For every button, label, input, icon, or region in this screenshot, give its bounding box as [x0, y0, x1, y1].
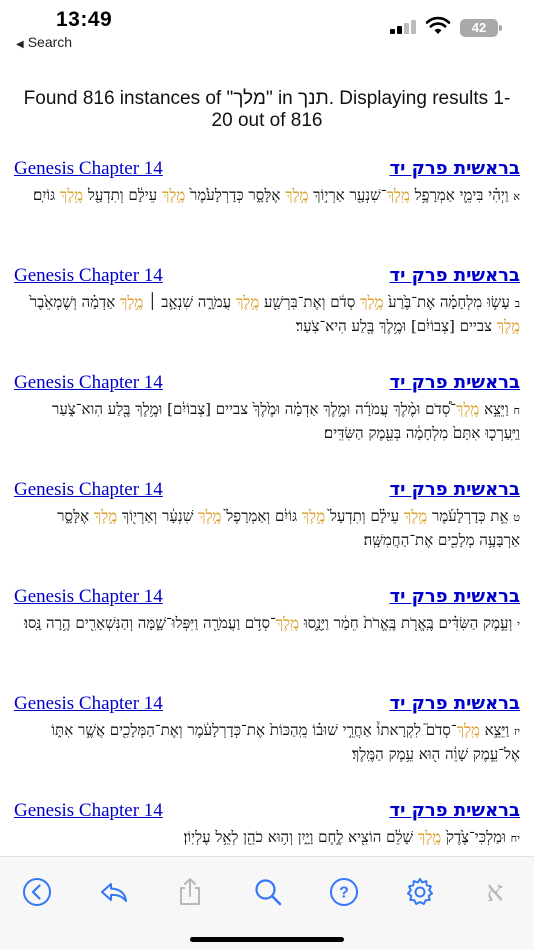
highlighted-match: מֶ֣לֶךְ — [198, 507, 222, 525]
verse-text: יז וַיֵּצֵ֣א מֶֽלֶךְ־סְדֹם֮ לִקְרָאתוֹ֒ … — [14, 719, 520, 766]
verse-segment: עֵילָ֔ם וְתִדְעָ֖ל — [83, 186, 162, 204]
verse-segment: ־סְדֹ֥ם וַעֲמֹרָ֖ה וַיִּפְּלוּ־שָׁ֑מָּה … — [24, 614, 276, 632]
verse-text: ט אֵ֣ת כְּדָרְלָעֹ֜מֶר מֶ֣לֶךְ עֵילָ֗ם ו… — [14, 505, 520, 552]
verse-text: ח וַיֵּצֵ֣א מֶֽלֶךְ־סְ֠דֹם וּמֶ֨לֶךְ עֲמ… — [14, 398, 520, 445]
verse-number: י — [517, 618, 520, 631]
verse-segment: וּמַלְכִּי־צֶ֙דֶק֙ — [441, 828, 506, 846]
battery-tip — [499, 25, 502, 31]
result-ref-en-link[interactable]: Genesis Chapter 14 — [14, 479, 163, 501]
highlighted-match: מֶֽלֶךְ — [456, 400, 480, 418]
highlighted-match: מֶ֣לֶךְ — [285, 186, 309, 204]
status-time: 13:49 — [56, 8, 113, 31]
cellular-signal-icon — [390, 20, 420, 34]
verse-number: יח — [510, 832, 520, 845]
verse-number: ח — [513, 404, 520, 417]
highlighted-match: מֶ֣לֶךְ — [417, 828, 442, 846]
verse-segment: וַיְהִ֗י בִּימֵ֛י אַמְרָפֶ֥ל — [409, 186, 509, 204]
verse-segment: וַיֵּצֵ֣א — [479, 400, 509, 418]
verse-number: ב — [514, 297, 520, 310]
verse-segment: אַדְמָ֗ה וְשֶׁמְאֵ֙בֶר֙ — [29, 293, 121, 311]
search-button[interactable] — [251, 875, 285, 909]
verse-segment: וְעֵ֣מֶק הַשִּׂדִּ֗ים בֶּֽאֱרֹ֤ת בֶּֽאֱר… — [299, 614, 513, 632]
verse-number: יז — [514, 725, 520, 738]
results-list[interactable]: Genesis Chapter 14 בראשית פרק יד א וַיְהִ֗… — [0, 158, 534, 856]
verse-number: א — [513, 190, 520, 203]
verse-segment: גּוֹיִֽם׃ — [32, 186, 60, 204]
highlighted-match: מֶֽלֶךְ — [456, 721, 480, 739]
verse-segment: אֶלָּסָ֑ר כְּדָרְלָעֹ֙מֶר֙ — [185, 186, 286, 204]
highlighted-match: מֶ֣לֶךְ — [496, 317, 520, 335]
verse-segment: סְדֹ֔ם וְאֶת־בִּרְשַׁ֖ע — [259, 293, 361, 311]
verse-text: א וַיְהִ֗י בִּימֵ֛י אַמְרָפֶ֥ל מֶֽלֶךְ־ש… — [14, 184, 520, 208]
status-bar: 13:49 ◀ Search 42 — [0, 0, 534, 56]
highlighted-match: מֶֽלֶךְ — [275, 614, 300, 632]
verse-number: ט — [513, 511, 520, 524]
verse-segment: וַיֵּצֵ֣א — [479, 721, 510, 739]
help-icon: ? — [330, 878, 358, 906]
battery-indicator: 42 — [460, 19, 498, 37]
highlighted-match: מֶֽלֶךְ — [386, 186, 410, 204]
verse-text: יח וּמַלְכִּי־צֶ֙דֶק֙ מֶ֣לֶךְ שָׁלֵ֔ם הו… — [14, 826, 521, 850]
wifi-icon — [425, 16, 451, 34]
verse-text: י וְעֵ֣מֶק הַשִּׂדִּ֗ים בֶּֽאֱרֹ֤ת בֶּֽא… — [14, 612, 520, 636]
result-ref-en-link[interactable]: Genesis Chapter 14 — [14, 586, 163, 608]
back-circle-icon — [23, 878, 51, 906]
result-ref-he-link[interactable]: בראשית פרק יד — [389, 586, 520, 607]
result-ref-he-link[interactable]: בראשית פרק יד — [389, 479, 520, 500]
settings-button[interactable] — [403, 875, 437, 909]
result-ref-he-link[interactable]: בראשית פרק יד — [389, 158, 520, 179]
result-ref-he-link[interactable]: בראשית פרק יד — [389, 800, 520, 821]
aleph-button[interactable]: א — [478, 875, 512, 909]
result-ref-en-link[interactable]: Genesis Chapter 14 — [14, 693, 163, 715]
share-button[interactable] — [173, 875, 207, 909]
verse-segment: גּוֹיִ֔ם וְאַמְרָפֶל֙ — [221, 507, 302, 525]
result-ref-he-link[interactable]: בראשית פרק יד — [389, 265, 520, 286]
result-ref-he-link[interactable]: בראשית פרק יד — [389, 372, 520, 393]
gear-icon — [407, 878, 433, 905]
verse-segment: עָשׂ֣וּ מִלְחָמָ֗ה אֶת־בֶּ֙רַע֙ — [383, 293, 510, 311]
highlighted-match: מֶ֣לֶךְ — [403, 507, 428, 525]
help-button[interactable]: ? — [327, 875, 361, 909]
back-to-search-link[interactable]: ◀ Search — [16, 34, 72, 50]
verse-text: ב עָשׂ֣וּ מִלְחָמָ֗ה אֶת־בֶּ֙רַע֙ מֶ֣לֶך… — [14, 291, 520, 338]
results-summary: Found 816 instances of "מלך" in תנך. Dis… — [23, 88, 511, 131]
verse-segment: אֵ֣ת כְּדָרְלָעֹ֜מֶר — [427, 507, 509, 525]
reply-button[interactable] — [97, 875, 131, 909]
search-icon — [255, 879, 282, 906]
highlighted-match: מֶ֣לֶךְ — [120, 293, 144, 311]
verse-segment: עֵילָ֗ם וְתִדְעָל֙ — [325, 507, 404, 525]
highlighted-match: מֶ֣לֶךְ — [301, 507, 326, 525]
result-ref-en-link[interactable]: Genesis Chapter 14 — [14, 800, 163, 822]
result-ref-en-link[interactable]: Genesis Chapter 14 — [14, 265, 163, 287]
result-ref-en-link[interactable]: Genesis Chapter 14 — [14, 372, 163, 394]
back-circle-button[interactable] — [20, 875, 54, 909]
back-label: Search — [27, 34, 73, 50]
verse-segment: עֲמֹרָ֑ה שִׁנְאָ֣ב ׀ — [143, 293, 236, 311]
result-ref-en-link[interactable]: Genesis Chapter 14 — [14, 158, 163, 180]
share-icon — [180, 878, 200, 905]
result-ref-he-link[interactable]: בראשית פרק יד — [389, 693, 520, 714]
reply-icon — [101, 883, 127, 902]
verse-segment: ־שִׁנְעָ֖ר אַרְי֣וֹךְ — [308, 186, 387, 204]
highlighted-match: מֶ֣לֶךְ — [235, 293, 260, 311]
back-triangle-icon: ◀ — [16, 39, 24, 50]
highlighted-match: מֶ֣לֶךְ — [161, 186, 186, 204]
highlighted-match: מֶ֣לֶךְ — [93, 507, 118, 525]
highlighted-match: מֶ֣לֶךְ — [360, 293, 384, 311]
verse-segment: ־סְדֹם֮ לִקְרָאתוֹ֒ אַחֲרֵ֣י שׁוּב֗וֹ מֵ… — [51, 721, 520, 763]
verse-segment: ־סְ֠דֹם וּמֶ֨לֶךְ עֲמֹרָ֜ה וּמֶ֣לֶךְ אַד… — [52, 400, 520, 442]
verse-segment: צביים [צְבוֹיִ֔ם] וּמֶ֥לֶךְ בֶּ֖לַע הִיא… — [295, 317, 497, 335]
home-indicator — [190, 937, 344, 942]
verse-segment: שִׁנְעָ֔ר וְאַרְי֖וֹךְ — [117, 507, 199, 525]
verse-segment: שָׁלֵ֔ם הוֹצִ֖יא לֶ֣חֶם וָיָ֑יִן וְה֥וּא… — [183, 828, 418, 846]
bottom-toolbar: ? א — [0, 856, 534, 950]
highlighted-match: מֶ֥לֶךְ — [59, 186, 84, 204]
svg-text:?: ? — [339, 885, 349, 902]
